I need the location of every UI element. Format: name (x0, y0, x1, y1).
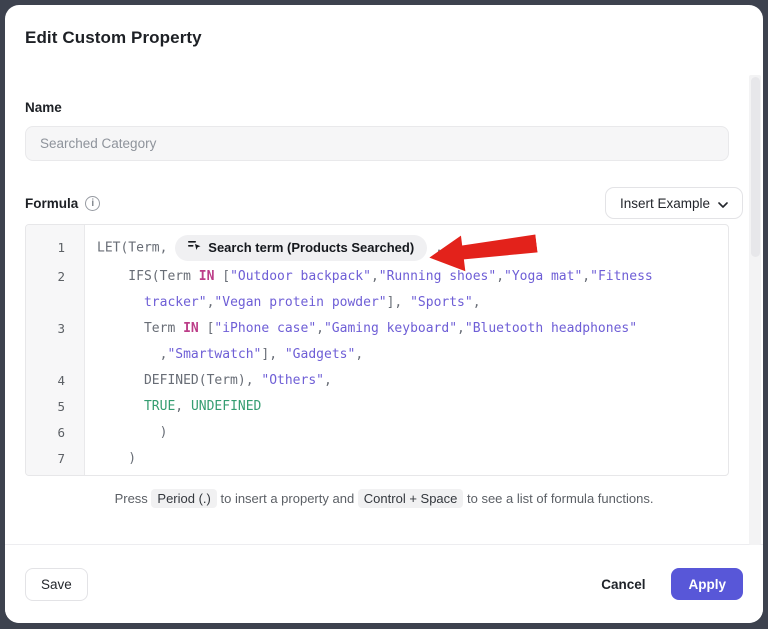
code-segment: LET(Term, (97, 241, 175, 256)
formula-label: Formula (25, 196, 78, 211)
code-line: 7 ) (26, 446, 728, 472)
formula-code-area: 1LET(Term, Search term (Products Searche… (26, 225, 728, 476)
code-text: TRUE, UNDEFINED (84, 394, 728, 420)
code-segment (97, 399, 144, 414)
code-segment: , (371, 269, 379, 284)
code-segment: , (97, 347, 167, 362)
code-segment: , (324, 373, 332, 388)
code-segment: "Gadgets" (285, 347, 355, 362)
hint-text: to see a list of formula functions. (463, 491, 653, 506)
code-line: 4 DEFINED(Term), "Others", (26, 368, 728, 394)
code-segment: [ (199, 321, 215, 336)
line-number: 7 (26, 446, 84, 472)
code-segment: ) (97, 425, 167, 440)
property-pill[interactable]: Search term (Products Searched) (175, 235, 427, 261)
code-segment: "Bluetooth headphones" (465, 321, 637, 336)
line-number: 4 (26, 368, 84, 394)
code-text: Term IN ["iPhone case","Gaming keyboard"… (84, 316, 728, 368)
modal-title: Edit Custom Property (25, 28, 743, 48)
code-text: ) (84, 446, 728, 472)
modal-scrollbar[interactable] (749, 75, 761, 545)
code-segment: , (473, 295, 481, 310)
kbd-shortcut: Control + Space (358, 489, 464, 508)
save-button[interactable]: Save (25, 568, 88, 601)
cancel-button[interactable]: Cancel (601, 577, 645, 592)
code-segment: IFS(Term (97, 269, 199, 284)
code-text: LET(Term, Search term (Products Searched… (84, 232, 728, 264)
code-segment: [ (214, 269, 230, 284)
insert-example-label: Insert Example (620, 196, 710, 211)
code-text: ) (84, 420, 728, 446)
modal-footer: Save Cancel Apply (5, 544, 763, 623)
hint-text: Press (115, 491, 152, 506)
code-segment: "Others" (261, 373, 324, 388)
code-segment: ], (261, 347, 284, 362)
code-segment: , (427, 241, 443, 256)
code-line: 3 Term IN ["iPhone case","Gaming keyboar… (26, 316, 728, 368)
formula-hint: Press Period (.) to insert a property an… (25, 491, 743, 506)
insert-example-button[interactable]: Insert Example (605, 187, 743, 219)
code-segment: "Sports" (410, 295, 473, 310)
line-number: 2 (26, 264, 84, 316)
code-segment: ) (97, 451, 136, 466)
info-icon[interactable]: i (85, 196, 100, 211)
code-segment: , (316, 321, 324, 336)
apply-button[interactable]: Apply (671, 568, 743, 600)
formula-label-wrap: Formula i (25, 196, 100, 211)
code-text: IFS(Term IN ["Outdoor backpack","Running… (84, 264, 728, 316)
line-number: 1 (26, 232, 84, 264)
code-segment: "Smartwatch" (167, 347, 261, 362)
property-pill-label: Search term (Products Searched) (208, 235, 414, 261)
scrollbar-thumb[interactable] (751, 77, 760, 257)
code-segment: IN (183, 321, 199, 336)
edit-custom-property-modal: Edit Custom Property Name Formula i Inse… (5, 5, 763, 623)
code-segment: IN (199, 269, 215, 284)
code-line: 6 ) (26, 420, 728, 446)
code-segment: "Fitness (590, 269, 653, 284)
code-segment: TRUE (144, 399, 175, 414)
kbd-shortcut: Period (.) (151, 489, 216, 508)
code-segment: UNDEFINED (191, 399, 261, 414)
dark-backdrop: Edit Custom Property Name Formula i Inse… (0, 0, 768, 629)
line-number: 5 (26, 394, 84, 420)
code-segment: "iPhone case" (214, 321, 316, 336)
code-segment: "Gaming keyboard" (324, 321, 457, 336)
chevron-down-icon (718, 196, 728, 211)
code-segment: "Outdoor backpack" (230, 269, 371, 284)
filter-property-icon (188, 235, 201, 261)
modal-content: Edit Custom Property Name Formula i Inse… (5, 5, 763, 544)
code-segment: Term (97, 321, 183, 336)
code-segment: "Vegan protein powder" (214, 295, 386, 310)
code-line: 2 IFS(Term IN ["Outdoor backpack","Runni… (26, 264, 728, 316)
name-input[interactable] (25, 126, 729, 161)
code-segment: ], (387, 295, 410, 310)
code-segment: , (175, 399, 191, 414)
formula-editor[interactable]: 1LET(Term, Search term (Products Searche… (25, 224, 729, 476)
name-label: Name (25, 100, 743, 115)
code-segment: DEFINED(Term), (97, 373, 261, 388)
code-segment: "Running shoes" (379, 269, 496, 284)
code-segment: "Yoga mat" (504, 269, 582, 284)
footer-right-actions: Cancel Apply (601, 568, 743, 600)
code-segment: tracker" (144, 295, 207, 310)
code-segment: , (582, 269, 590, 284)
code-line: 1LET(Term, Search term (Products Searche… (26, 232, 728, 264)
code-line: 5 TRUE, UNDEFINED (26, 394, 728, 420)
formula-header-row: Formula i Insert Example (25, 187, 743, 219)
hint-text: to insert a property and (217, 491, 358, 506)
code-segment: , (355, 347, 363, 362)
line-number: 3 (26, 316, 84, 368)
code-segment: , (496, 269, 504, 284)
code-segment (97, 295, 144, 310)
line-number: 6 (26, 420, 84, 446)
code-segment: , (457, 321, 465, 336)
code-text: DEFINED(Term), "Others", (84, 368, 728, 394)
